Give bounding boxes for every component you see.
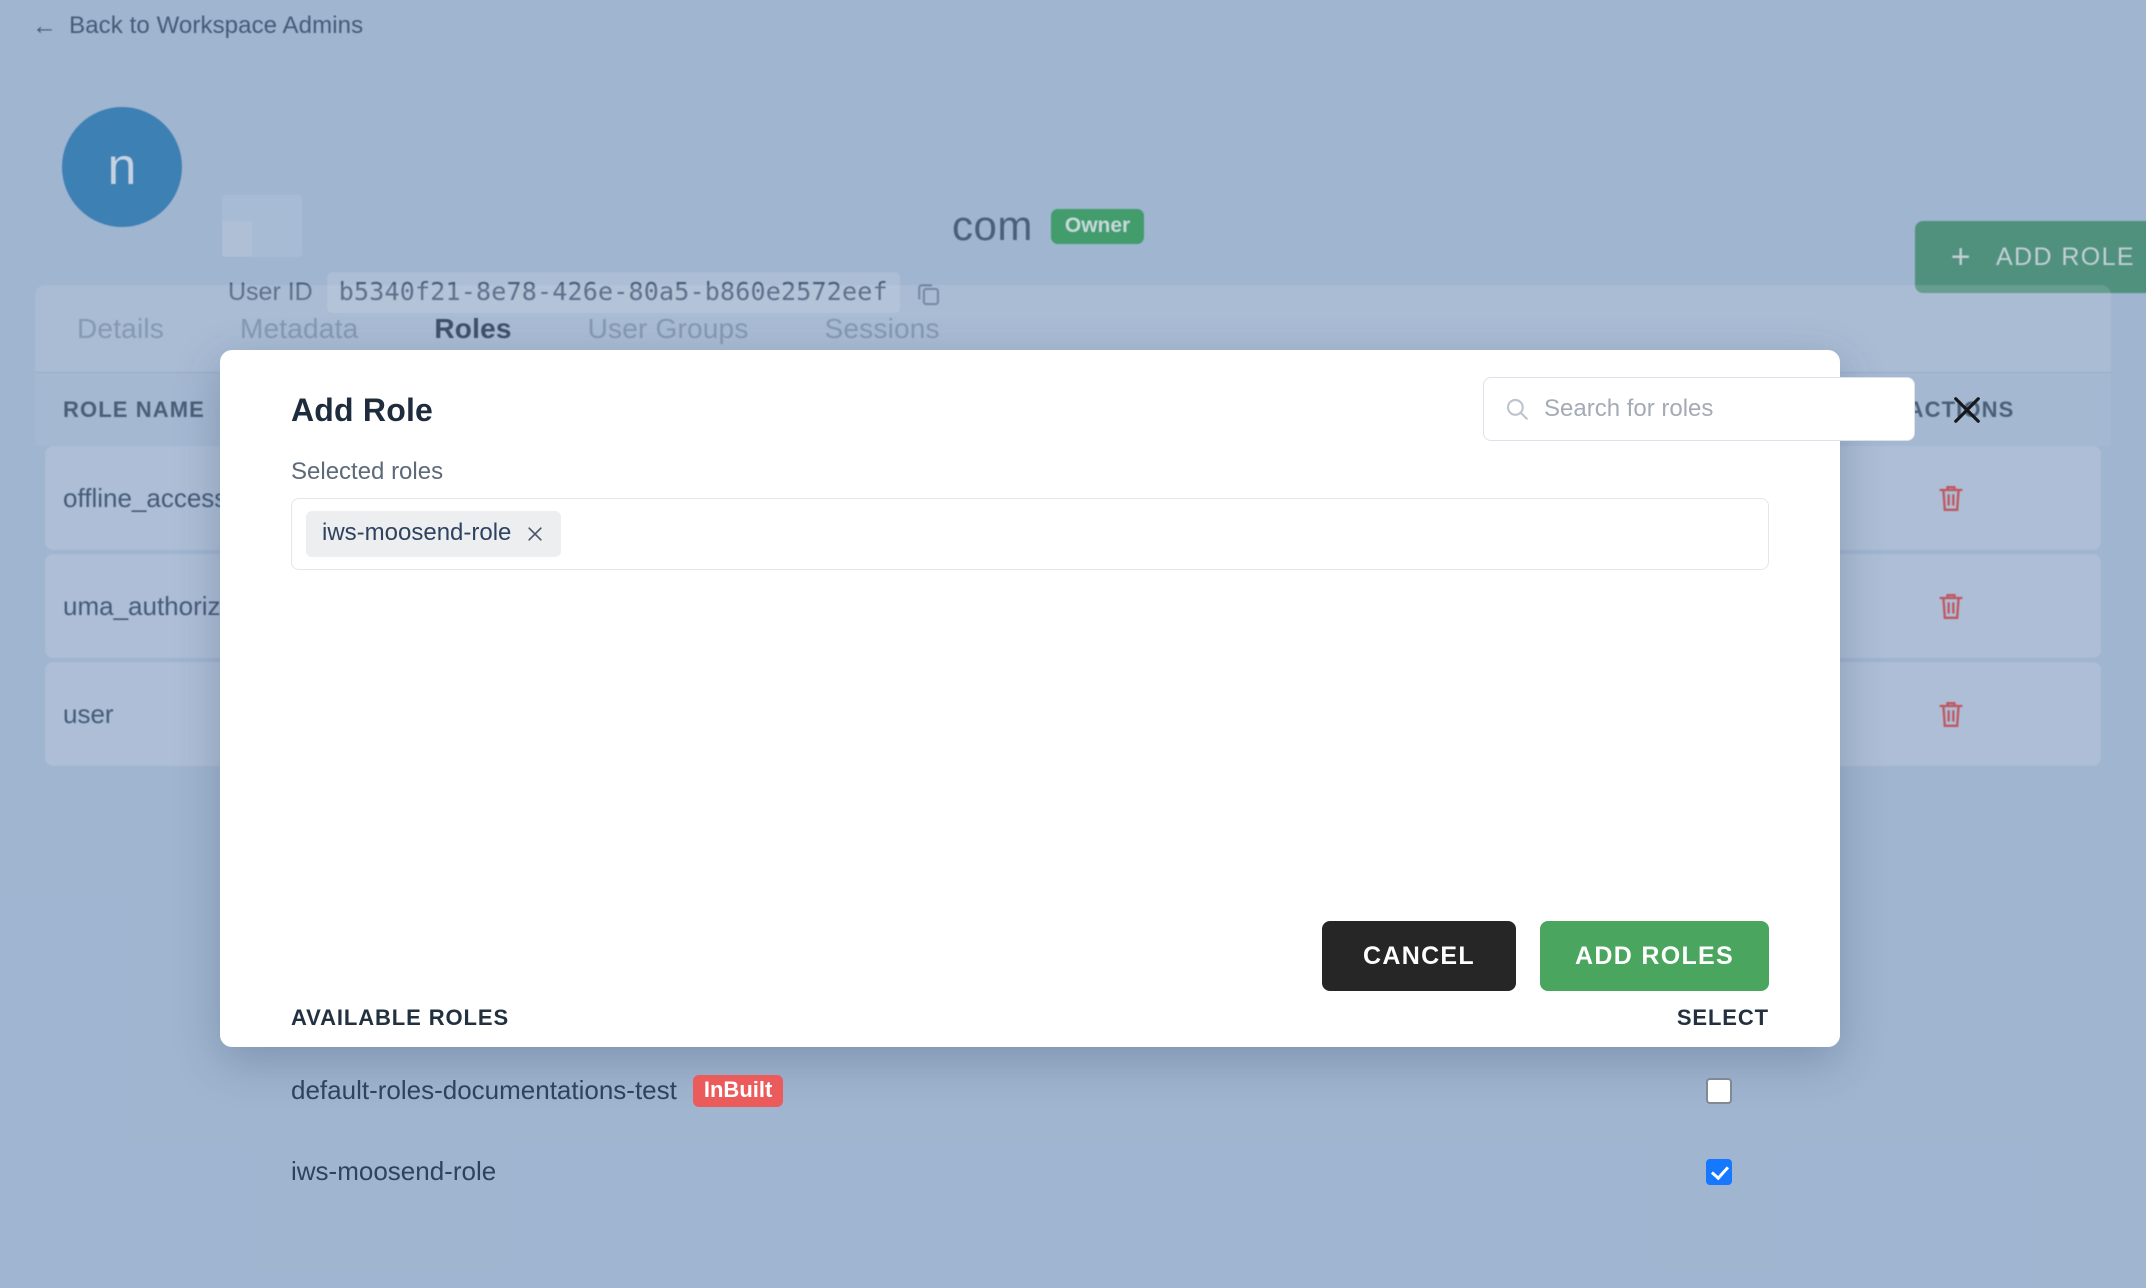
available-role-name: iws-moosend-role [291,1156,497,1186]
dialog-footer: CANCEL ADD ROLES [1322,921,1769,991]
available-roles-title: AVAILABLE ROLES [291,1005,510,1030]
close-icon[interactable] [1949,392,1985,428]
selected-role-chip-label: iws-moosend-role [322,519,512,546]
close-icon[interactable] [525,523,545,543]
selected-roles-label: Selected roles [291,458,444,485]
dialog-title: Add Role [291,392,434,428]
search-icon [1504,396,1530,422]
role-select-checkbox[interactable] [1706,1158,1732,1185]
dialog-header: Add Role [220,350,1980,478]
select-column-title: SELECT [1676,1005,1769,1030]
available-role-name-wrap: iws-moosend-role [291,1156,496,1187]
inbuilt-badge: InBuilt [692,1074,784,1107]
available-role-name: default-roles-documentations-test [291,1075,677,1105]
available-role-name-wrap: default-roles-documentations-test InBuil… [291,1074,784,1107]
selected-role-chip[interactable]: iws-moosend-role [306,511,562,557]
selected-roles-box[interactable]: iws-moosend-role [291,498,1769,570]
search-input[interactable] [1544,395,1894,423]
add-role-dialog: Add Role Selected roles iws-moosend-role [220,350,1980,1186]
cancel-button[interactable]: CANCEL [1322,921,1516,991]
available-roles-list: default-roles-documentations-test InBuil… [291,1050,1769,1212]
search-field[interactable] [1483,377,1915,441]
role-select-checkbox[interactable] [1706,1077,1732,1104]
list-item[interactable]: iws-moosend-role [291,1131,1769,1212]
available-roles-header: AVAILABLE ROLES SELECT [291,1005,1769,1031]
list-item[interactable]: default-roles-documentations-test InBuil… [291,1050,1769,1131]
add-roles-button[interactable]: ADD ROLES [1540,921,1769,991]
